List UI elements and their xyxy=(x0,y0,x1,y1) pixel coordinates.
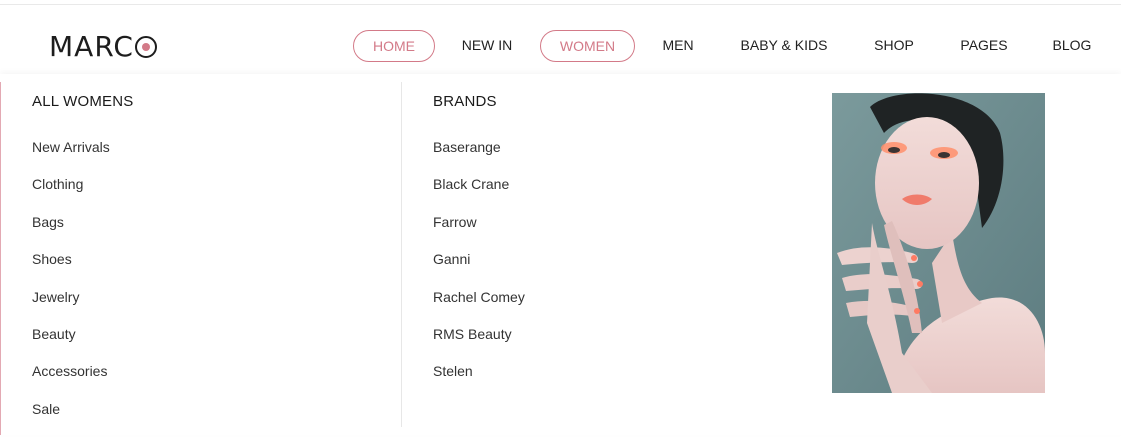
menu-link-accessories[interactable]: Accessories xyxy=(32,362,133,399)
menu-link-ganni[interactable]: Ganni xyxy=(433,250,525,287)
menu-link-stelen[interactable]: Stelen xyxy=(433,362,525,399)
menu-link-sale[interactable]: Sale xyxy=(32,400,133,437)
menu-link-baserange[interactable]: Baserange xyxy=(433,138,525,175)
menu-link-rms-beauty[interactable]: RMS Beauty xyxy=(433,325,525,362)
nav-item-men[interactable]: MEN xyxy=(652,30,704,60)
menu-link-new-arrivals[interactable]: New Arrivals xyxy=(32,138,133,175)
menu-link-beauty[interactable]: Beauty xyxy=(32,325,133,362)
nav-item-baby-kids[interactable]: BABY & KIDS xyxy=(734,30,834,60)
all-womens-heading: ALL WOMENS xyxy=(32,93,134,110)
menu-link-black-crane[interactable]: Black Crane xyxy=(433,175,525,212)
model-portrait-illustration xyxy=(832,93,1045,393)
nav-item-blog[interactable]: BLOG xyxy=(1044,30,1100,60)
top-rule xyxy=(0,4,1121,5)
nav-item-new-in[interactable]: NEW IN xyxy=(452,30,522,60)
all-womens-list: New Arrivals Clothing Bags Shoes Jewelry… xyxy=(32,138,133,437)
brands-list: Baserange Black Crane Farrow Ganni Rache… xyxy=(433,138,525,400)
menu-left-accent xyxy=(0,82,1,435)
nav-item-shop[interactable]: SHOP xyxy=(864,30,924,60)
menu-link-rachel-comey[interactable]: Rachel Comey xyxy=(433,288,525,325)
nav-item-pages[interactable]: PAGES xyxy=(954,30,1014,60)
promo-image[interactable] xyxy=(832,93,1045,393)
menu-link-clothing[interactable]: Clothing xyxy=(32,175,133,212)
column-divider xyxy=(401,82,402,427)
all-womens-column: ALL WOMENS New Arrivals Clothing Bags Sh… xyxy=(32,92,133,437)
brands-heading: BRANDS xyxy=(433,93,497,110)
nav-item-home[interactable]: HOME xyxy=(353,30,435,62)
nav-item-women[interactable]: WOMEN xyxy=(540,30,635,62)
brands-column: BRANDS Baserange Black Crane Farrow Gann… xyxy=(433,92,525,400)
women-mega-menu: ALL WOMENS New Arrivals Clothing Bags Sh… xyxy=(0,74,1121,435)
menu-link-farrow[interactable]: Farrow xyxy=(433,213,525,250)
menu-link-shoes[interactable]: Shoes xyxy=(32,250,133,287)
main-nav: HOME NEW IN WOMEN MEN BABY & KIDS SHOP P… xyxy=(0,30,1121,62)
menu-link-jewelry[interactable]: Jewelry xyxy=(32,288,133,325)
menu-link-bags[interactable]: Bags xyxy=(32,213,133,250)
